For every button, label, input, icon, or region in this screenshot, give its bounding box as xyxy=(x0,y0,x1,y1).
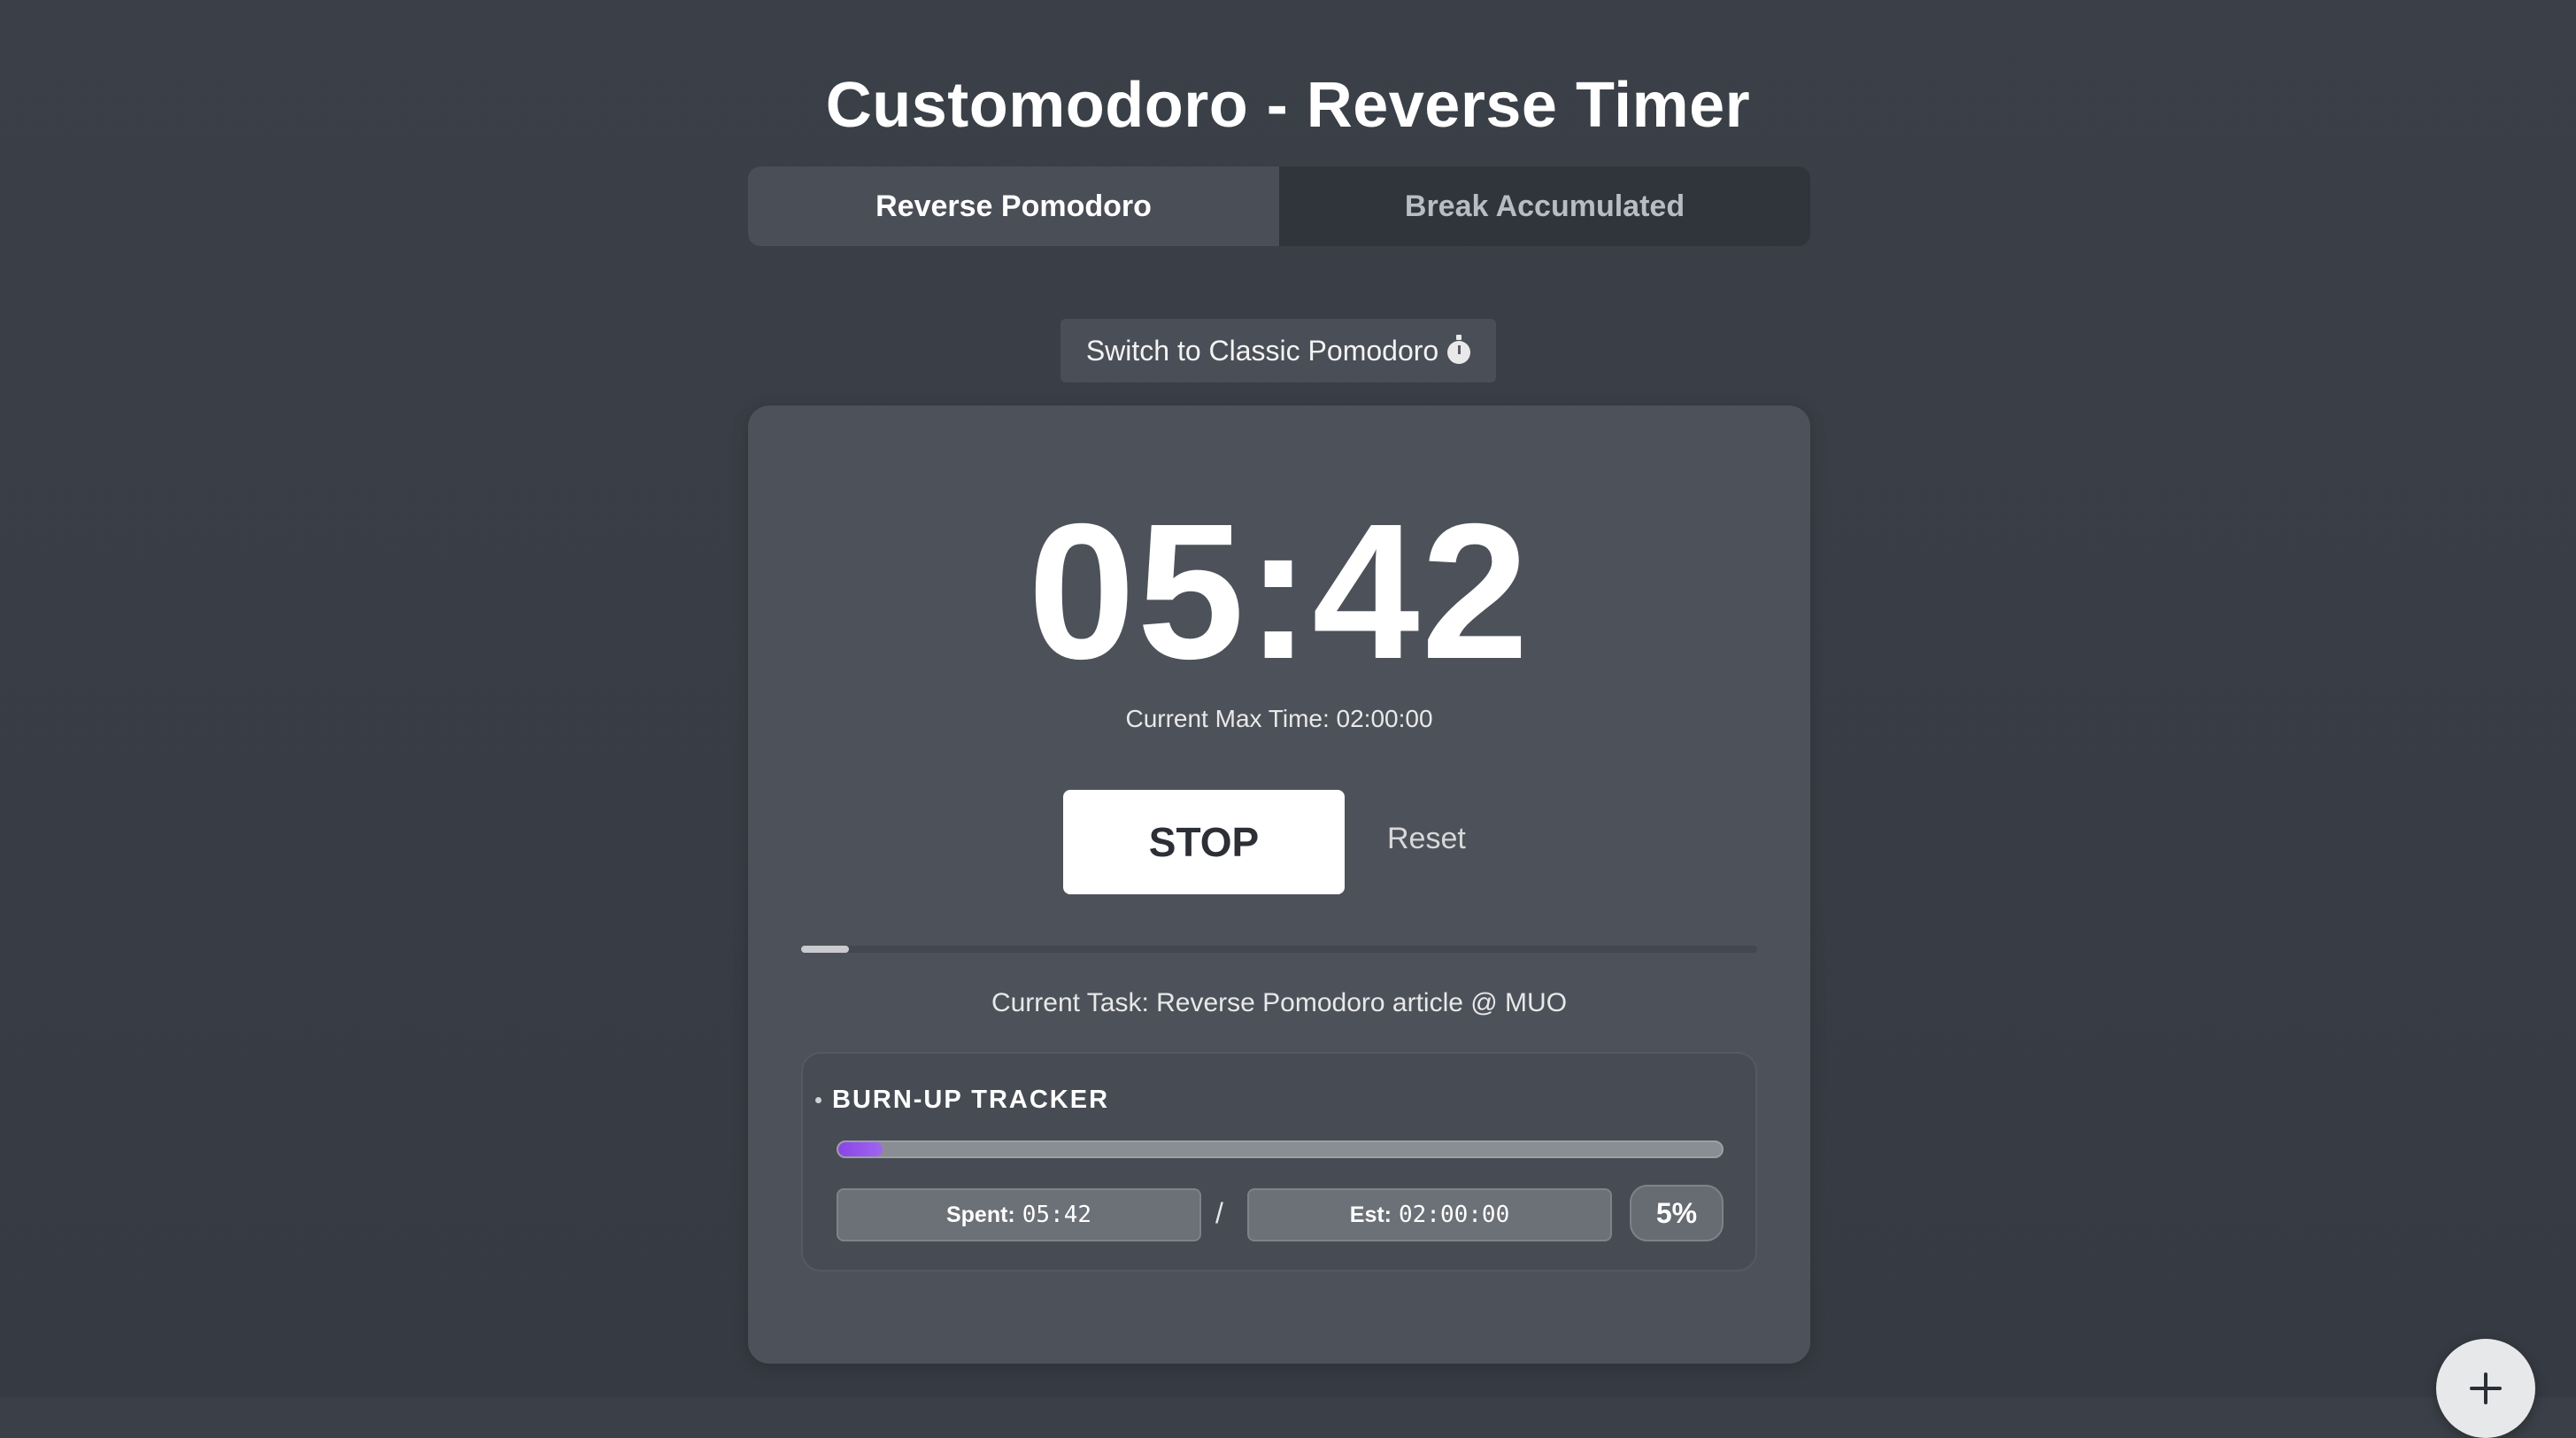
timer-progress-bar xyxy=(801,946,1757,953)
percent-badge: 5% xyxy=(1630,1185,1724,1241)
current-task: Current Task: Reverse Pomodoro article @… xyxy=(991,988,1568,1017)
burnup-tracker-title: BURN-UP TRACKER xyxy=(815,1086,1109,1115)
estimate-field[interactable]: Est: 02:00:00 xyxy=(1247,1188,1612,1241)
plus-icon xyxy=(2470,1372,2502,1404)
estimate-label: Est: xyxy=(1349,1202,1392,1227)
mode-tabs: Reverse Pomodoro Break Accumulated xyxy=(748,166,1810,246)
timer-card: 05:42 Current Max Time: 02:00:00 STOP Re… xyxy=(748,406,1810,1364)
stopwatch-icon xyxy=(1447,335,1471,364)
separator: / xyxy=(1215,1197,1223,1229)
reset-button[interactable]: Reset xyxy=(1387,822,1466,856)
burnup-progress-bar xyxy=(837,1140,1724,1158)
switch-to-classic-button[interactable]: Switch to Classic Pomodoro xyxy=(1060,319,1496,383)
tab-break-accumulated[interactable]: Break Accumulated xyxy=(1279,166,1810,246)
spent-value: 05:42 xyxy=(1022,1202,1092,1228)
tab-reverse-pomodoro[interactable]: Reverse Pomodoro xyxy=(748,166,1279,246)
stop-button[interactable]: STOP xyxy=(1063,790,1345,894)
estimate-value: 02:00:00 xyxy=(1399,1202,1510,1228)
bullet-icon xyxy=(815,1097,821,1103)
add-button[interactable] xyxy=(2436,1339,2535,1438)
burnup-tracker: BURN-UP TRACKER Spent: 05:42 / Est: 02:0… xyxy=(801,1052,1757,1272)
timer-display: 05:42 xyxy=(1028,484,1531,700)
page-title: Customodoro - Reverse Timer xyxy=(825,70,1751,141)
timer-progress-fill xyxy=(801,946,849,953)
burnup-progress-fill xyxy=(838,1142,883,1156)
max-time-label: Current Max Time: 02:00:00 xyxy=(1125,705,1433,732)
switch-to-classic-label: Switch to Classic Pomodoro xyxy=(1085,334,1439,367)
burnup-tracker-title-text: BURN-UP TRACKER xyxy=(832,1086,1110,1114)
spent-field: Spent: 05:42 xyxy=(837,1188,1201,1241)
spent-label: Spent: xyxy=(945,1202,1015,1227)
